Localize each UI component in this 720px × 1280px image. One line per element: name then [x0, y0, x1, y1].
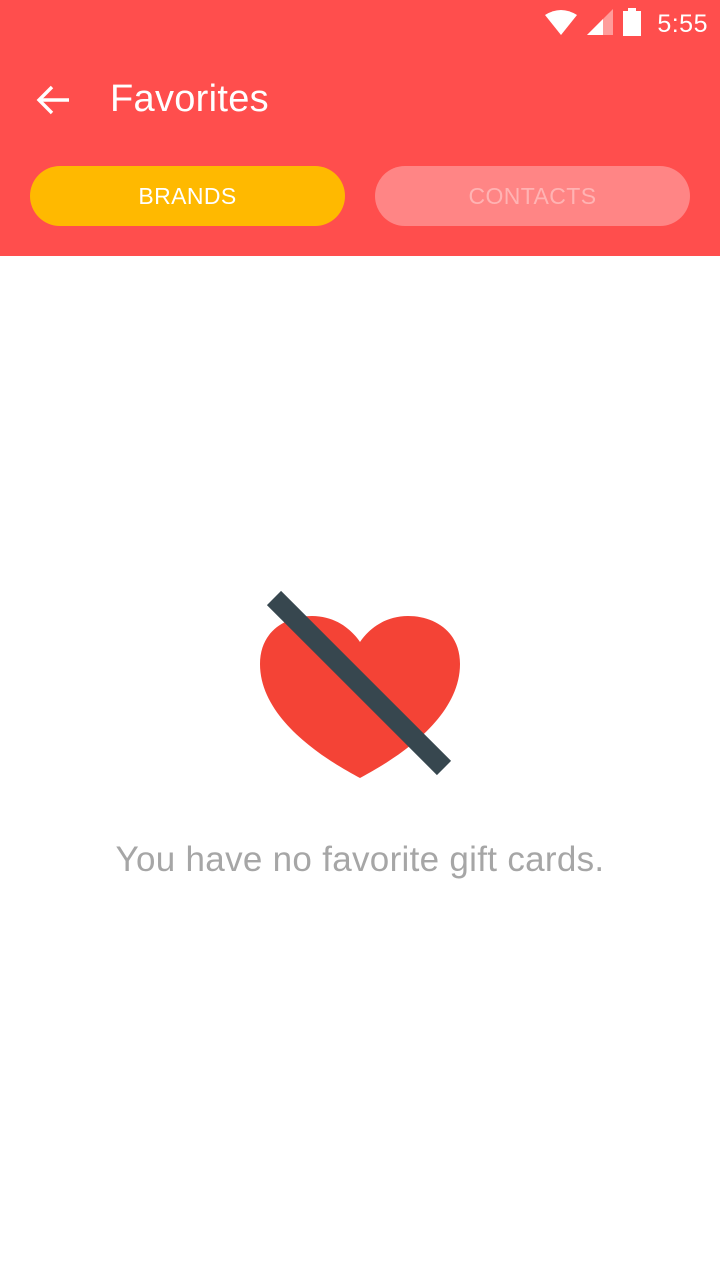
empty-message: You have no favorite gift cards. [115, 840, 605, 879]
back-button[interactable] [22, 70, 86, 134]
toolbar: Favorites [0, 48, 720, 156]
heart-crossed-out-icon [250, 586, 470, 786]
cell-signal-icon [587, 8, 614, 40]
page-title: Favorites [110, 78, 269, 120]
tab-brands-label: BRANDS [138, 182, 237, 209]
arrow-back-icon [36, 84, 72, 121]
status-time: 5:55 [657, 9, 708, 38]
tab-brands[interactable]: BRANDS [30, 166, 345, 226]
favorites-screen: 5:55 Favorites BRANDS CONTACTS You have … [0, 0, 720, 1280]
empty-state: You have no favorite gift cards. [0, 256, 720, 1280]
status-icons: 5:55 [545, 6, 708, 42]
tab-contacts[interactable]: CONTACTS [375, 166, 690, 226]
app-header: 5:55 Favorites BRANDS CONTACTS [0, 0, 720, 256]
battery-icon [623, 7, 642, 41]
tab-contacts-label: CONTACTS [468, 182, 597, 209]
status-bar: 5:55 [0, 0, 720, 48]
wifi-icon [545, 9, 578, 40]
